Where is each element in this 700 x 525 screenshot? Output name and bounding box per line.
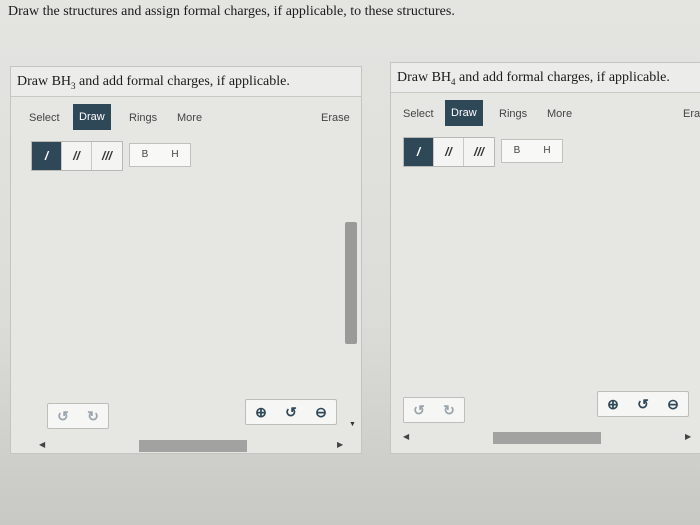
zoom-in-icon[interactable]: ⊕ xyxy=(598,392,628,416)
triple-bond-button[interactable]: /// xyxy=(92,142,122,170)
tab-more[interactable]: More xyxy=(541,103,578,125)
horizontal-scrollbar-thumb[interactable] xyxy=(139,440,247,452)
prompt-prefix: Draw BH xyxy=(397,70,452,85)
tab-draw[interactable]: Draw xyxy=(73,104,111,130)
drawing-panel-bh4: Draw BH4 and add formal charges, if appl… xyxy=(390,62,700,454)
scroll-right-arrow-icon[interactable]: ▶ xyxy=(337,440,343,449)
redo-icon[interactable]: ↻ xyxy=(78,404,108,428)
panel-prompt: Draw BH4 and add formal charges, if appl… xyxy=(391,63,700,93)
atom-tools: B H xyxy=(501,139,563,163)
toolbar-tabs: Select Draw Rings More Era xyxy=(391,97,700,129)
double-bond-button[interactable]: // xyxy=(434,138,464,166)
tab-more[interactable]: More xyxy=(171,107,208,129)
toolbar-tabs: Select Draw Rings More Erase xyxy=(11,101,361,133)
single-bond-button[interactable]: / xyxy=(404,138,434,166)
single-bond-button[interactable]: / xyxy=(32,142,62,170)
prompt-prefix: Draw BH xyxy=(17,74,72,89)
zoom-group: ⊕ ↺ ⊖ xyxy=(597,391,689,417)
horizontal-scrollbar[interactable]: ◀ ▶ xyxy=(399,431,699,445)
tab-rings[interactable]: Rings xyxy=(123,107,163,129)
tab-erase[interactable]: Era xyxy=(677,103,700,125)
zoom-out-icon[interactable]: ⊖ xyxy=(306,400,336,424)
prompt-suffix: and add formal charges, if applicable. xyxy=(75,74,290,89)
atom-h-button[interactable]: H xyxy=(160,144,190,166)
atom-tools: B H xyxy=(129,143,191,167)
redo-icon[interactable]: ↻ xyxy=(434,398,464,422)
reset-zoom-icon[interactable]: ↺ xyxy=(628,392,658,416)
bond-tools: / // /// xyxy=(31,141,123,171)
drawing-panel-bh3: Draw BH3 and add formal charges, if appl… xyxy=(10,66,362,454)
tab-draw[interactable]: Draw xyxy=(445,100,483,126)
tab-rings[interactable]: Rings xyxy=(493,103,533,125)
tab-select[interactable]: Select xyxy=(23,107,66,129)
triple-bond-button[interactable]: /// xyxy=(464,138,494,166)
double-bond-button[interactable]: // xyxy=(62,142,92,170)
page-heading: Draw the structures and assign formal ch… xyxy=(8,4,455,19)
undo-icon[interactable]: ↺ xyxy=(48,404,78,428)
tab-erase[interactable]: Erase xyxy=(315,107,356,129)
prompt-suffix: and add formal charges, if applicable. xyxy=(455,70,670,85)
bond-tools: / // /// xyxy=(403,137,495,167)
caret-down-icon[interactable]: ▼ xyxy=(349,421,356,428)
zoom-in-icon[interactable]: ⊕ xyxy=(246,400,276,424)
scroll-left-arrow-icon[interactable]: ◀ xyxy=(403,432,409,441)
atom-b-button[interactable]: B xyxy=(130,144,160,166)
panel-prompt: Draw BH3 and add formal charges, if appl… xyxy=(11,67,361,97)
draw-tools-row: / // /// B H xyxy=(403,137,563,167)
zoom-group: ⊕ ↺ ⊖ xyxy=(245,399,337,425)
horizontal-scrollbar[interactable]: ◀ ▶ xyxy=(31,439,353,453)
tab-select[interactable]: Select xyxy=(397,103,440,125)
vertical-scrollbar-thumb[interactable] xyxy=(345,222,357,344)
zoom-out-icon[interactable]: ⊖ xyxy=(658,392,688,416)
undo-icon[interactable]: ↺ xyxy=(404,398,434,422)
atom-b-button[interactable]: B xyxy=(502,140,532,162)
atom-h-button[interactable]: H xyxy=(532,140,562,162)
undo-redo-group: ↺ ↻ xyxy=(403,397,465,423)
draw-tools-row: / // /// B H xyxy=(31,141,191,171)
reset-zoom-icon[interactable]: ↺ xyxy=(276,400,306,424)
horizontal-scrollbar-thumb[interactable] xyxy=(493,432,601,444)
scroll-right-arrow-icon[interactable]: ▶ xyxy=(685,432,691,441)
undo-redo-group: ↺ ↻ xyxy=(47,403,109,429)
scroll-left-arrow-icon[interactable]: ◀ xyxy=(39,440,45,449)
